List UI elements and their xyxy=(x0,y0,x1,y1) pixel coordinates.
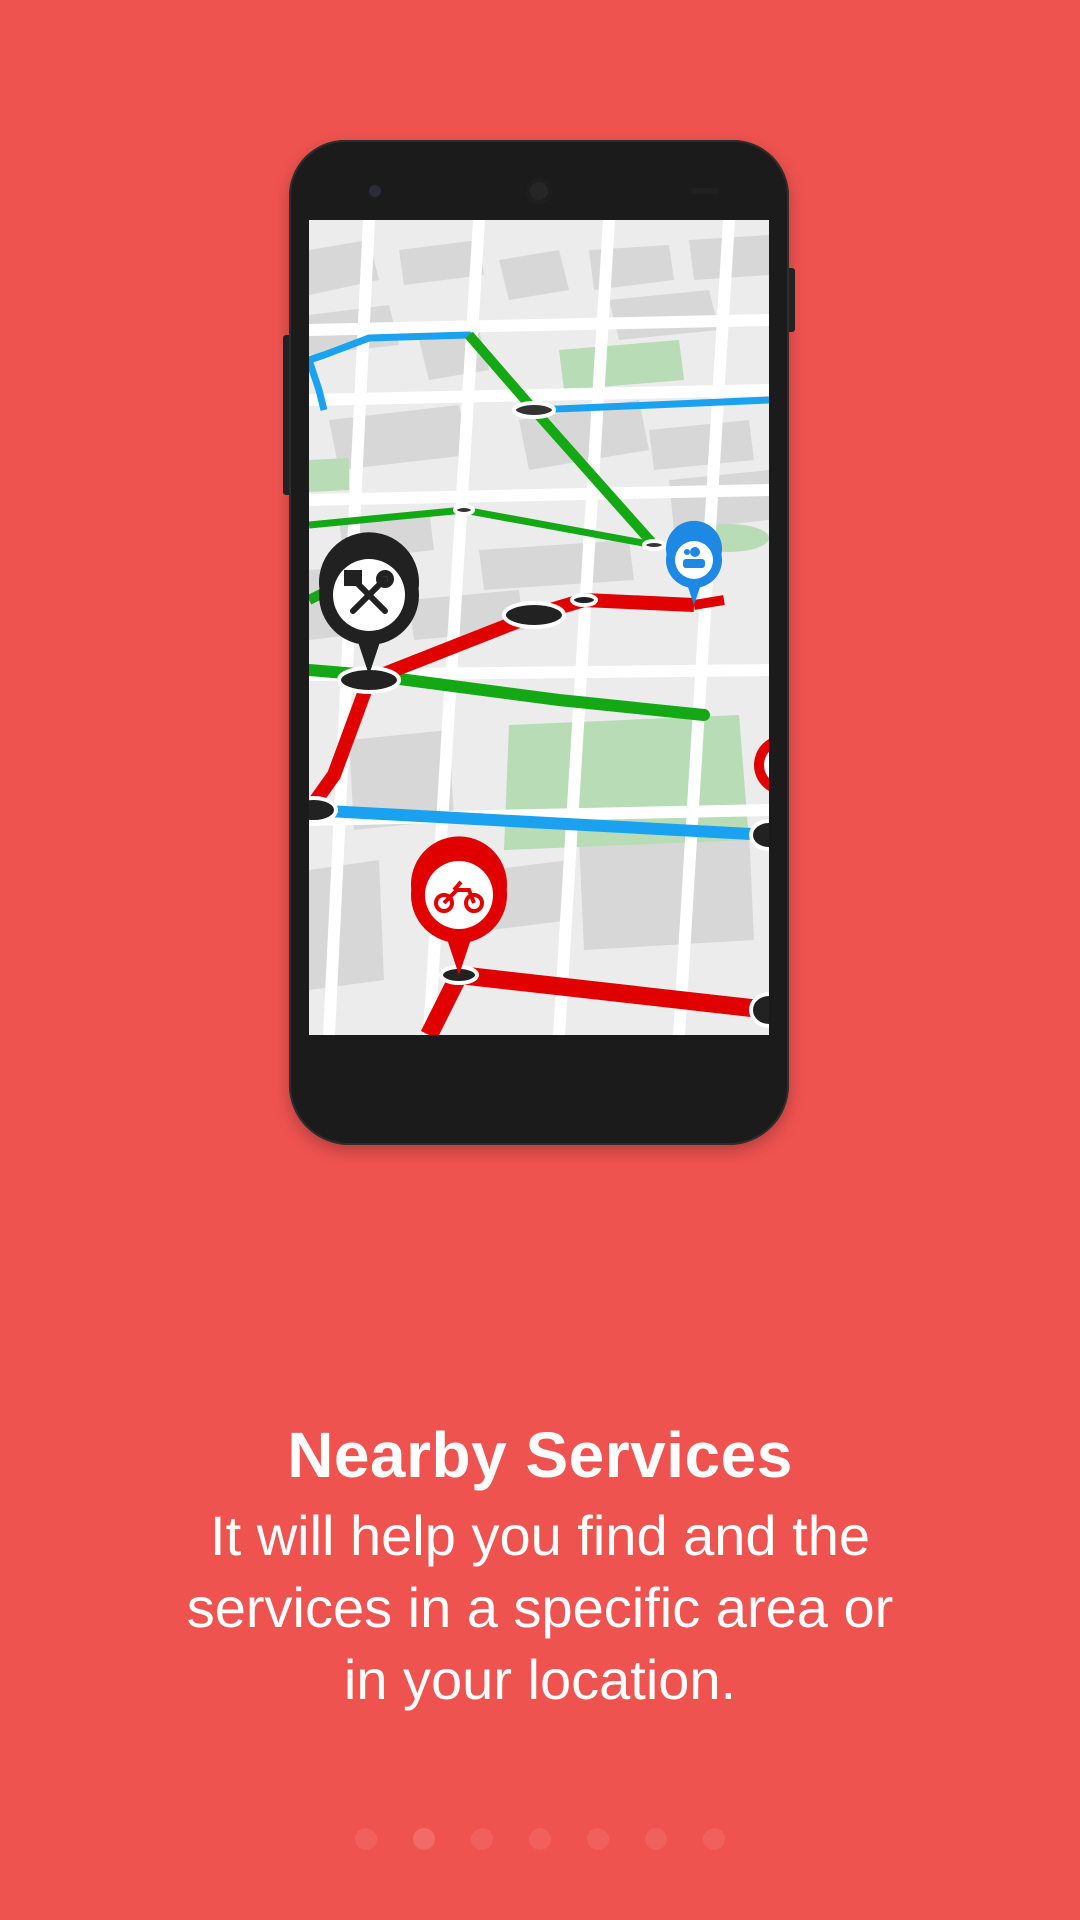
page-dot-7[interactable] xyxy=(703,1828,725,1850)
page-dot-2[interactable] xyxy=(413,1828,435,1850)
map-illustration xyxy=(309,220,769,1035)
phone-sensor xyxy=(691,188,719,194)
page-dot-6[interactable] xyxy=(645,1828,667,1850)
page-description: It will help you find and the services i… xyxy=(186,1504,894,1711)
phone-speaker xyxy=(526,178,552,204)
phone-power-button xyxy=(789,268,795,332)
phone-camera xyxy=(369,185,381,197)
page-dot-4[interactable] xyxy=(529,1828,551,1850)
phone-illustration xyxy=(283,140,795,1145)
map-svg xyxy=(309,220,769,1035)
phone-side-button xyxy=(283,335,289,495)
page-indicator xyxy=(0,1828,1080,1850)
page-dot-3[interactable] xyxy=(471,1828,493,1850)
page-dot-5[interactable] xyxy=(587,1828,609,1850)
page-title: Nearby Services xyxy=(287,1419,793,1491)
onboarding-screen: Nearby Services It will help you find an… xyxy=(0,0,1080,1920)
page-dot-1[interactable] xyxy=(355,1828,377,1850)
